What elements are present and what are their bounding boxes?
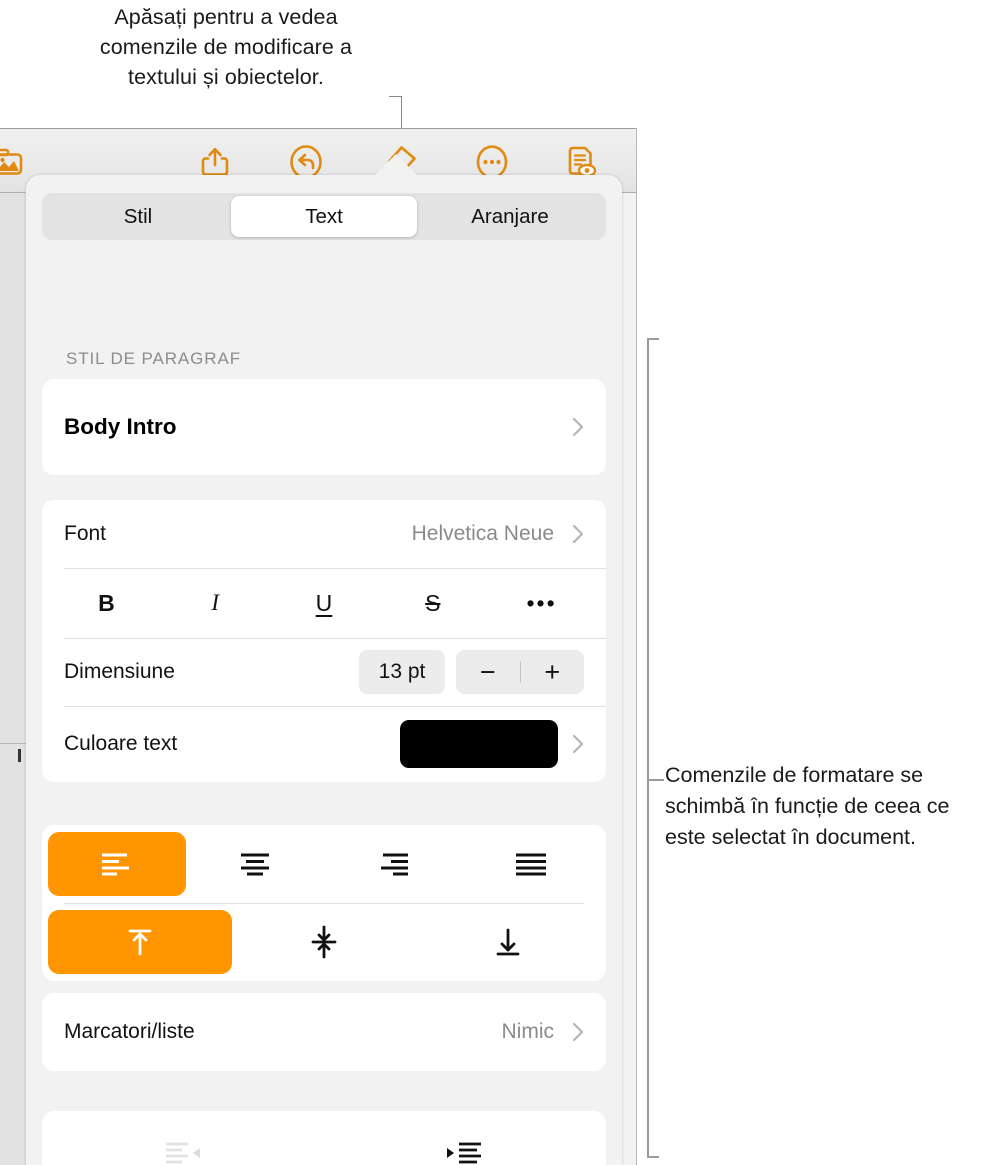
underline-button[interactable]: U [270, 590, 379, 617]
paragraph-style-card: Body Intro [42, 379, 606, 475]
strikethrough-button[interactable]: S [378, 590, 487, 617]
indent-button[interactable] [324, 1140, 606, 1165]
bullets-row[interactable]: Marcatori/liste Nimic [42, 993, 606, 1071]
paragraph-style-label: Body Intro [64, 414, 177, 439]
format-tabs: Stil Text Aranjare [42, 193, 606, 240]
vertical-alignment-row [42, 903, 606, 981]
text-color-row[interactable]: Culoare text [42, 706, 606, 782]
app-window: Stil Text Aranjare STIL DE PARAGRAF Body… [0, 128, 637, 1165]
screenshot-stage: Apăsați pentru a vedea comenzile de modi… [0, 0, 1000, 1165]
callout-top: Apăsați pentru a vedea comenzile de modi… [0, 2, 452, 92]
app-window-right-edge [636, 128, 637, 1165]
callout-top-line1: Apăsați pentru a vedea [114, 5, 338, 29]
tab-text[interactable]: Text [231, 196, 417, 237]
align-left-icon [102, 853, 129, 876]
italic-button[interactable]: I [161, 590, 270, 616]
size-increment-button[interactable]: + [521, 657, 585, 688]
font-card: Font Helvetica Neue B I U S ••• Dimensiu… [42, 500, 606, 782]
size-plus-minus: − + [456, 650, 584, 694]
outdent-icon [166, 1142, 200, 1164]
align-justify-icon [516, 853, 546, 876]
text-caret [18, 749, 21, 762]
size-label: Dimensiune [64, 660, 175, 683]
callout-right-text: Comenzile de formatare se schimbă în fun… [665, 763, 950, 849]
align-right-icon [381, 853, 408, 876]
align-left-button[interactable] [48, 832, 186, 896]
font-label: Font [64, 522, 107, 545]
font-value: Helvetica Neue [411, 522, 554, 545]
align-bottom-icon [496, 928, 520, 956]
align-center-icon [241, 853, 269, 876]
callout-top-line3: textului și obiectelor. [128, 65, 324, 89]
paragraph-style-row[interactable]: Body Intro [42, 379, 606, 475]
more-text-options-button[interactable]: ••• [487, 592, 596, 615]
outdent-button[interactable] [42, 1140, 324, 1165]
align-center-button[interactable] [186, 832, 324, 896]
align-top-button[interactable] [48, 910, 232, 974]
callout-right-bracket [647, 338, 659, 1158]
align-middle-button[interactable] [232, 910, 416, 974]
bullets-card: Marcatori/liste Nimic [42, 993, 606, 1071]
bold-button[interactable]: B [52, 590, 161, 617]
indent-icon [447, 1142, 481, 1164]
text-color-label: Culoare text [64, 732, 178, 755]
bullets-value: Nimic [501, 1020, 555, 1043]
chevron-right-icon [572, 1022, 584, 1042]
size-value[interactable]: 13 pt [359, 650, 445, 694]
align-right-button[interactable] [324, 832, 462, 896]
tab-aranjare[interactable]: Aranjare [417, 196, 603, 237]
bullets-label: Marcatori/liste [64, 1020, 195, 1043]
align-top-icon [128, 929, 152, 956]
callout-right-leader [647, 779, 664, 781]
indent-row [42, 1111, 606, 1165]
chevron-right-icon [572, 417, 584, 437]
font-row[interactable]: Font Helvetica Neue [42, 500, 606, 568]
size-row: Dimensiune 13 pt − + [42, 638, 606, 706]
alignment-card [42, 825, 606, 981]
chevron-right-icon [572, 734, 584, 754]
indent-card [42, 1111, 606, 1165]
size-decrement-button[interactable]: − [456, 657, 520, 688]
align-justify-button[interactable] [462, 832, 600, 896]
document-background-sliver [0, 128, 26, 1165]
section-header-paragraph-style: STIL DE PARAGRAF [66, 349, 241, 368]
popover-arrow [374, 154, 418, 176]
text-color-swatch[interactable] [400, 720, 558, 768]
format-popover: Stil Text Aranjare STIL DE PARAGRAF Body… [26, 154, 622, 1165]
document-rule-line [0, 743, 26, 744]
share-icon [198, 145, 232, 179]
media-icon [0, 145, 26, 179]
align-middle-icon [311, 925, 337, 959]
callout-top-line2: comenzile de modificare a [99, 35, 353, 59]
chevron-right-icon [572, 524, 584, 544]
tab-stil[interactable]: Stil [45, 196, 231, 237]
size-stepper: 13 pt − + [359, 650, 584, 694]
align-bottom-button[interactable] [416, 910, 600, 974]
text-style-row: B I U S ••• [42, 568, 606, 638]
horizontal-alignment-row [42, 825, 606, 903]
